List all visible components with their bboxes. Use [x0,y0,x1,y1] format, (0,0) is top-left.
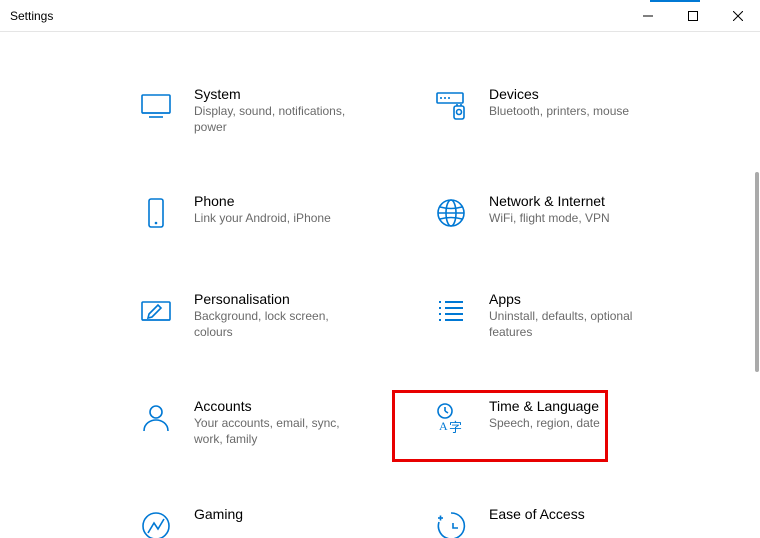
category-system[interactable]: System Display, sound, notifications, po… [130,82,425,139]
category-title: Network & Internet [489,193,610,209]
scrollbar[interactable] [746,32,760,538]
minimize-button[interactable] [625,0,670,31]
phone-icon [136,193,176,233]
category-desc: Speech, region, date [489,416,600,432]
category-title: Ease of Access [489,506,585,522]
category-desc: Link your Android, iPhone [194,211,331,227]
category-title: Devices [489,86,629,102]
window-title: Settings [10,9,53,23]
category-grid: System Display, sound, notifications, po… [0,82,760,538]
category-desc: Display, sound, notifications, power [194,104,354,135]
category-apps[interactable]: Apps Uninstall, defaults, optional featu… [425,287,720,344]
close-button[interactable] [715,0,760,31]
category-network[interactable]: Network & Internet WiFi, flight mode, VP… [425,189,720,237]
devices-icon [431,86,471,126]
category-ease-of-access[interactable]: Ease of Access [425,502,720,538]
category-devices[interactable]: Devices Bluetooth, printers, mouse [425,82,720,139]
category-title: System [194,86,354,102]
category-accounts[interactable]: Accounts Your accounts, email, sync, wor… [130,394,425,451]
titlebar: Settings [0,0,760,32]
category-title: Apps [489,291,649,307]
settings-home: System Display, sound, notifications, po… [0,32,760,538]
ease-of-access-icon [431,506,471,538]
system-icon [136,86,176,126]
category-title: Accounts [194,398,354,414]
category-time-language[interactable]: A 字 Time & Language Speech, region, date [425,394,720,451]
category-title: Time & Language [489,398,600,414]
category-desc: Uninstall, defaults, optional features [489,309,649,340]
category-desc: Background, lock screen, colours [194,309,354,340]
category-phone[interactable]: Phone Link your Android, iPhone [130,189,425,237]
category-title: Personalisation [194,291,354,307]
accounts-icon [136,398,176,438]
scrollbar-thumb[interactable] [755,172,759,372]
svg-text:A: A [439,419,448,433]
time-language-icon: A 字 [431,398,471,438]
category-title: Gaming [194,506,243,522]
category-title: Phone [194,193,331,209]
category-desc: Bluetooth, printers, mouse [489,104,629,120]
category-desc: Your accounts, email, sync, work, family [194,416,354,447]
category-gaming[interactable]: Gaming [130,502,425,538]
maximize-button[interactable] [670,0,715,31]
category-personalisation[interactable]: Personalisation Background, lock screen,… [130,287,425,344]
category-desc: WiFi, flight mode, VPN [489,211,610,227]
personalisation-icon [136,291,176,331]
svg-text:字: 字 [449,420,462,435]
network-icon [431,193,471,233]
apps-icon [431,291,471,331]
gaming-icon [136,506,176,538]
window-controls [625,0,760,31]
